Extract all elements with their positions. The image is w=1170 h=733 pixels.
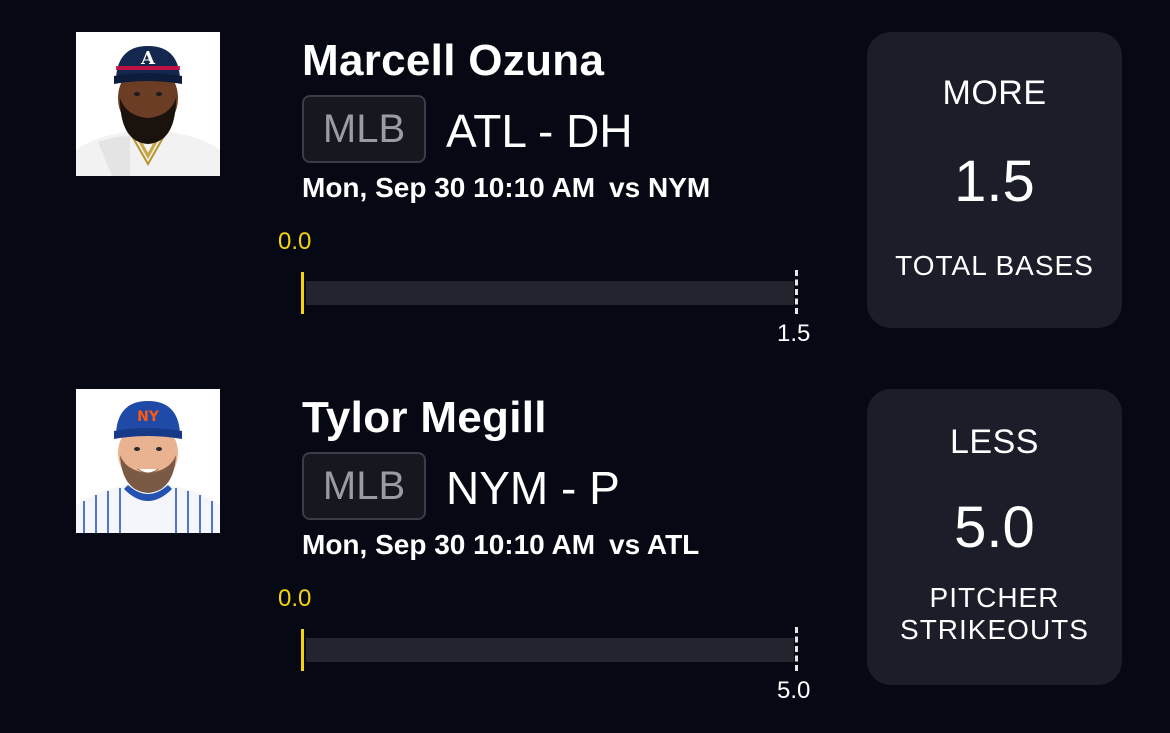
- league-badge: MLB: [302, 95, 426, 163]
- player-headshot-icon: NY: [76, 389, 220, 533]
- game-time: Mon, Sep 30 10:10 AM: [302, 529, 596, 560]
- progress-track: [306, 638, 794, 662]
- progress-value: 0.0: [278, 585, 312, 612]
- pick-stat: PITCHER STRIKEOUTS: [900, 582, 1089, 645]
- pick-selection-button[interactable]: LESS 5.0 PITCHER STRIKEOUTS: [867, 389, 1122, 685]
- team-position: NYM - P: [446, 462, 620, 514]
- progress-marker: [301, 272, 304, 314]
- opponent: vs ATL: [609, 529, 700, 560]
- game-info: Mon, Sep 30 10:10 AM vs NYM: [302, 172, 710, 204]
- player-name: Tylor Megill: [302, 393, 547, 442]
- pick-card: NY Tylor Megill MLB NYM - P Mon, Sep 30 …: [0, 357, 1170, 714]
- player-avatar: NY: [76, 389, 220, 533]
- player-name: Marcell Ozuna: [302, 36, 605, 85]
- target-line-value: 5.0: [777, 677, 811, 704]
- pick-direction: LESS: [950, 423, 1039, 461]
- team-position: ATL - DH: [446, 105, 633, 157]
- target-line-value: 1.5: [777, 320, 811, 347]
- progress-value: 0.0: [278, 228, 312, 255]
- pick-line: 1.5: [954, 149, 1035, 214]
- pick-stat: TOTAL BASES: [895, 250, 1094, 281]
- pick-selection-button[interactable]: MORE 1.5 TOTAL BASES: [867, 32, 1122, 328]
- svg-text:NY: NY: [137, 409, 160, 425]
- game-time: Mon, Sep 30 10:10 AM: [302, 172, 596, 203]
- progress-track: [306, 281, 794, 305]
- progress-marker: [301, 629, 304, 671]
- opponent: vs NYM: [609, 172, 711, 203]
- pick-direction: MORE: [942, 74, 1047, 112]
- target-line-marker: [795, 270, 798, 314]
- game-info: Mon, Sep 30 10:10 AM vs ATL: [302, 529, 699, 561]
- pick-line: 5.0: [954, 495, 1035, 560]
- target-line-marker: [795, 627, 798, 671]
- svg-text:A: A: [140, 48, 156, 69]
- player-headshot-icon: A: [76, 32, 220, 176]
- league-badge: MLB: [302, 452, 426, 520]
- player-avatar: A: [76, 32, 220, 176]
- pick-card: A Marcell Ozuna MLB ATL - DH Mon, Sep 30…: [0, 0, 1170, 357]
